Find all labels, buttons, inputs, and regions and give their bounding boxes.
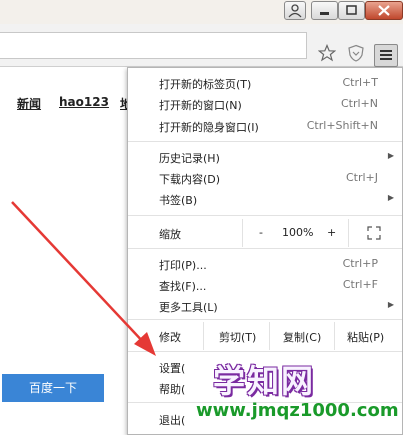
- annotation-arrow: [11, 201, 156, 356]
- watermark-logo: 学知网: [213, 362, 316, 400]
- watermark-url: www.jmqz1000.com: [196, 400, 399, 421]
